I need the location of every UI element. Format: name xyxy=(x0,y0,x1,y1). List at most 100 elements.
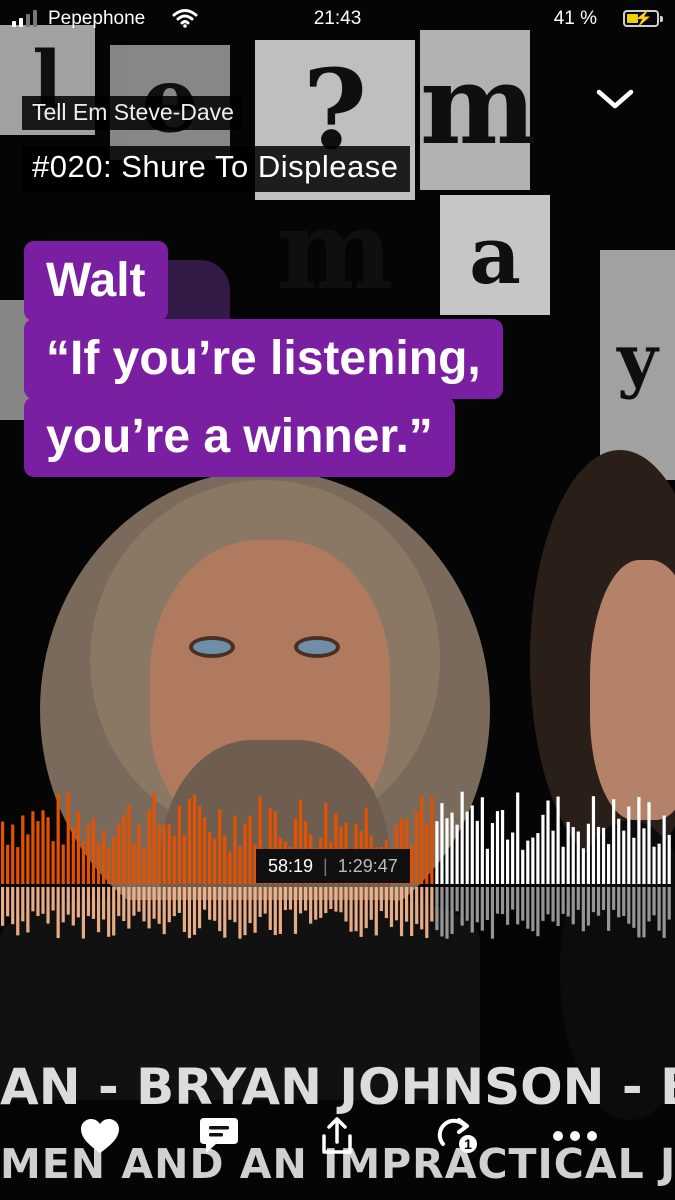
waveform-reflection-bar xyxy=(298,887,303,914)
waveform-reflection-bar xyxy=(445,887,449,939)
waveform-reflection-bar xyxy=(536,887,540,937)
waveform-reflection-bar xyxy=(309,887,313,924)
more-icon xyxy=(553,1131,597,1141)
waveform-bar-played xyxy=(81,841,85,884)
collapse-player-button[interactable] xyxy=(593,82,637,118)
quote-line-2: you’re a winner.” xyxy=(24,397,455,477)
waveform-reflection-bar xyxy=(66,887,70,915)
waveform-bar-played xyxy=(208,831,212,884)
waveform-reflection-bar xyxy=(652,887,656,916)
waveform-reflection-bar xyxy=(248,887,252,924)
waveform-reflection-bar xyxy=(546,887,550,915)
waveform-reflection-bar xyxy=(324,887,328,914)
waveform-reflection-bar xyxy=(263,887,267,914)
waveform-bar-unplayed xyxy=(551,830,555,884)
waveform-bar-unplayed xyxy=(647,802,651,884)
waveform-reflection-bar xyxy=(622,887,626,916)
waveform-reflection-bar xyxy=(167,887,171,923)
waveform-reflection-bar xyxy=(647,887,651,922)
waveform-bar-played xyxy=(197,805,202,884)
waveform-reflection-bar xyxy=(223,887,227,938)
waveform-reflection-bar xyxy=(475,887,479,923)
charging-bolt-icon: ⚡ xyxy=(634,10,653,27)
waveform-reflection-bar xyxy=(576,887,580,910)
waveform-bar-played xyxy=(430,797,434,884)
repeat-button[interactable]: 1 xyxy=(430,1112,484,1160)
waveform-bar-played xyxy=(46,817,50,884)
quote-card: Walt “If you’re listening, you’re a winn… xyxy=(24,241,614,477)
waveform-reflection-bar xyxy=(500,887,505,915)
waveform-bar-unplayed xyxy=(460,791,464,884)
waveform-bar-played xyxy=(152,792,156,884)
waveform-bar-played xyxy=(107,847,111,884)
waveform-reflection-bar xyxy=(551,887,555,922)
waveform-bar-unplayed xyxy=(541,814,545,884)
waveform-bar-unplayed xyxy=(601,827,606,884)
waveform-bar-played xyxy=(56,793,60,884)
like-button[interactable] xyxy=(73,1112,127,1160)
waveform-bar-unplayed xyxy=(576,831,580,884)
waveform-reflection-bar xyxy=(410,887,414,936)
waveform-bar-unplayed xyxy=(506,839,510,884)
waveform-bar-unplayed xyxy=(591,796,596,884)
waveform-bar-played xyxy=(243,823,247,884)
comment-button[interactable] xyxy=(192,1112,246,1160)
heart-icon xyxy=(81,1119,119,1153)
waveform-reflection-bar xyxy=(91,887,96,919)
waveform-bar-played xyxy=(425,823,429,884)
waveform-reflection-bar xyxy=(157,887,161,924)
waveform-bar-unplayed xyxy=(581,848,585,884)
waveform-reflection-bar xyxy=(112,887,116,936)
waveform-bar-played xyxy=(415,810,419,884)
waveform-bar-played xyxy=(96,842,101,884)
waveform-reflection-bar xyxy=(81,887,85,939)
waveform-bar-played xyxy=(6,844,10,884)
waveform-reflection-bar xyxy=(36,887,40,917)
waveform-reflection-bar xyxy=(26,887,30,933)
waveform-reflection-bar xyxy=(349,887,353,932)
waveform-bar-unplayed xyxy=(642,828,646,884)
waveform-reflection-bar xyxy=(480,887,484,931)
waveform-bar-unplayed xyxy=(652,846,656,884)
waveform-bar-played xyxy=(228,851,232,884)
waveform-reflection-bar xyxy=(71,887,75,926)
waveform-bar-played xyxy=(218,809,222,884)
waveform-reflection-bar xyxy=(415,887,419,924)
waveform-reflection-bar xyxy=(117,887,121,917)
waveform-reflection-bar xyxy=(455,887,459,912)
waveform-bar-played xyxy=(66,792,70,884)
waveform-bar-played xyxy=(192,794,197,884)
episode-title[interactable]: #020: Shure To Displease xyxy=(22,146,411,192)
waveform-reflection-bar xyxy=(177,887,181,913)
waveform-reflection-bar xyxy=(405,887,409,922)
waveform-bar-played xyxy=(61,844,65,884)
waveform-reflection-bar xyxy=(521,887,525,921)
waveform-reflection-bar xyxy=(96,887,101,933)
waveform-reflection-bar xyxy=(617,887,621,918)
waveform-reflection-bar xyxy=(122,887,126,922)
more-button[interactable] xyxy=(548,1112,602,1160)
waveform-reflection-bar xyxy=(389,887,394,928)
total-duration: 1:29:47 xyxy=(337,855,398,876)
waveform-bar-played xyxy=(26,834,30,884)
waveform-bar-unplayed xyxy=(440,803,444,884)
waveform-reflection-bar xyxy=(102,887,106,920)
waveform-reflection-bar xyxy=(591,887,596,913)
waveform-reflection-bar xyxy=(632,887,636,928)
waveform-bar-unplayed xyxy=(632,837,636,884)
waveform-bar-unplayed xyxy=(470,805,474,884)
waveform-reflection-bar xyxy=(51,887,55,911)
quote-speaker: Walt xyxy=(24,241,168,321)
waveform-reflection-bar xyxy=(354,887,358,932)
waveform-reflection-bar xyxy=(490,887,495,939)
waveform-reflection-bar xyxy=(465,887,469,921)
waveform-bar-played xyxy=(142,849,146,884)
podcast-name[interactable]: Tell Em Steve-Dave xyxy=(22,96,242,130)
waveform-bar-played xyxy=(167,824,171,884)
waveform-bar-played xyxy=(112,837,116,884)
waveform-reflection-bar xyxy=(430,887,434,922)
share-button[interactable] xyxy=(310,1112,364,1160)
waveform-reflection-bar xyxy=(293,887,298,934)
waveform-reflection-bar xyxy=(228,887,232,920)
waveform-reflection-bar xyxy=(339,887,343,913)
